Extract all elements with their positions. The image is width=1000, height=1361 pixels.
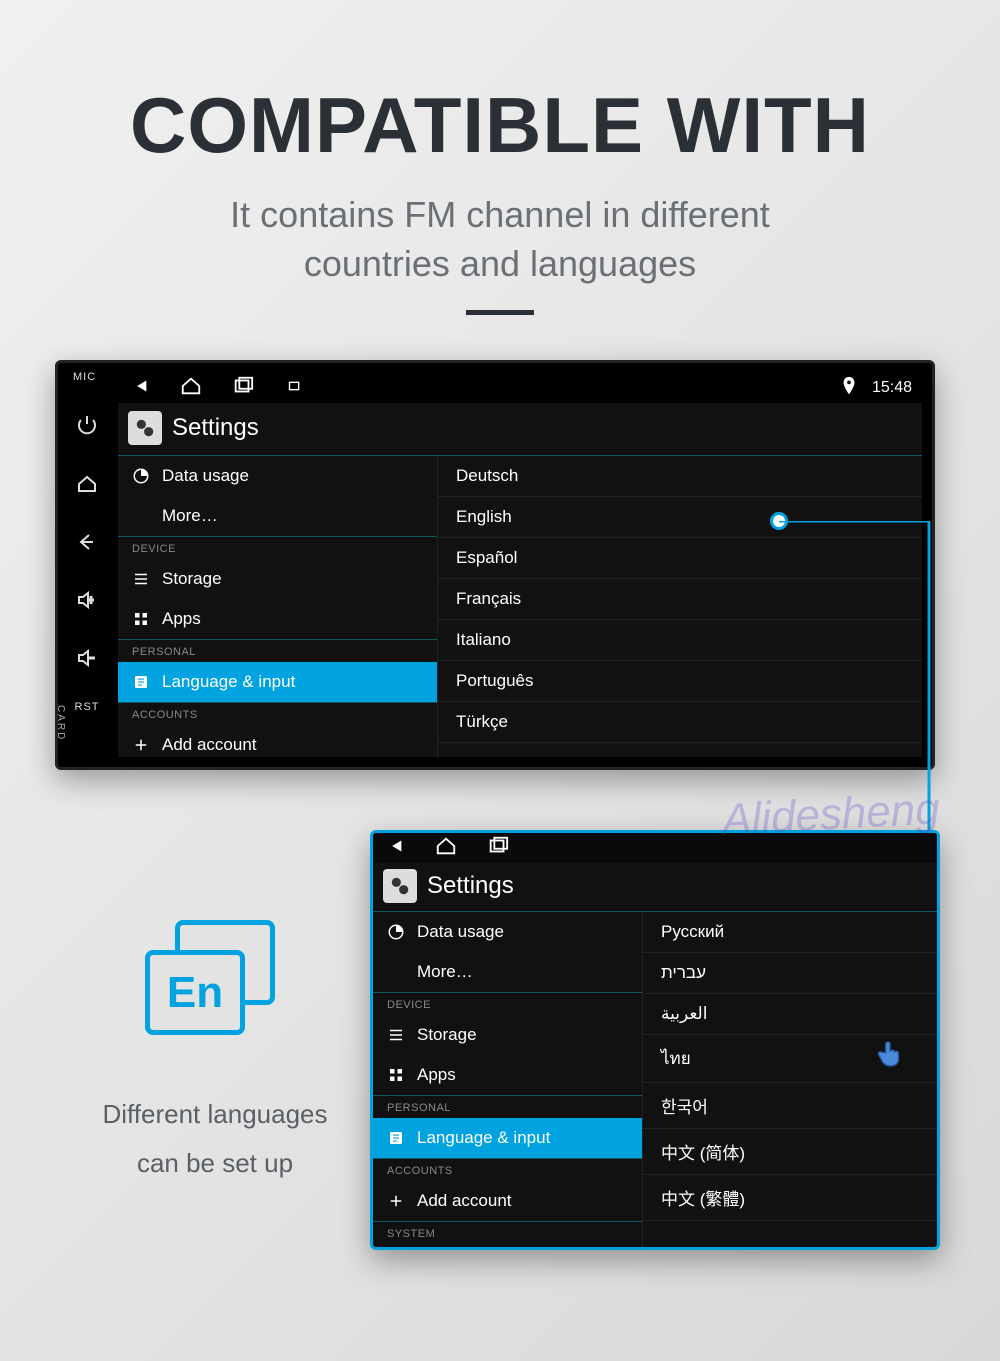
- hero-title: COMPATIBLE WITH: [0, 80, 1000, 171]
- nav-language-input[interactable]: Language & input: [118, 662, 437, 702]
- settings-header: Settings: [118, 403, 922, 456]
- settings-nav: Data usage More… DEVICE Storage Apps PER…: [118, 456, 438, 758]
- language-icon: En: [145, 920, 285, 1040]
- language-option[interactable]: 中文 (繁體): [643, 1175, 937, 1221]
- nav-apps[interactable]: Apps: [373, 1055, 642, 1095]
- nav-add-account[interactable]: Add account: [118, 725, 437, 758]
- popup-frame: Settings Data usage More… DEVICE Storage…: [370, 830, 940, 1250]
- volume-down-icon[interactable]: [72, 643, 102, 673]
- settings-icon: [383, 869, 417, 903]
- nav-storage[interactable]: Storage: [118, 559, 437, 599]
- nav-storage[interactable]: Storage: [373, 1015, 642, 1055]
- nav-data-usage[interactable]: Data usage: [118, 456, 437, 496]
- power-icon[interactable]: [72, 411, 102, 441]
- hdr-device: DEVICE: [118, 536, 437, 559]
- caption-block: En Different languages can be set up: [90, 920, 340, 1189]
- recent-nav-icon[interactable]: [232, 375, 254, 401]
- back-hw-icon[interactable]: [72, 527, 102, 557]
- location-icon: [838, 375, 860, 402]
- hero-divider: [466, 310, 534, 315]
- nav-more[interactable]: More…: [373, 952, 642, 992]
- volume-up-icon[interactable]: [72, 585, 102, 615]
- mic-label: MIC: [73, 371, 96, 383]
- clock: 15:48: [872, 379, 912, 397]
- language-option[interactable]: 中文 (简体): [643, 1129, 937, 1175]
- settings-nav: Data usage More… DEVICE Storage Apps PER…: [373, 912, 643, 1250]
- hdr-personal: PERSONAL: [118, 639, 437, 662]
- nav-more[interactable]: More…: [118, 496, 437, 536]
- home-hw-icon[interactable]: [72, 469, 102, 499]
- nav-add-account[interactable]: Add account: [373, 1181, 642, 1221]
- language-option[interactable]: Deutsch: [438, 456, 922, 497]
- back-nav-icon[interactable]: [383, 835, 405, 861]
- hdr-device: DEVICE: [373, 992, 642, 1015]
- hardware-buttons: RST: [62, 411, 112, 713]
- screenshot-icon[interactable]: [284, 375, 306, 401]
- hdr-system: SYSTEM: [373, 1221, 642, 1244]
- caption-line1: Different languages: [102, 1099, 327, 1129]
- language-option[interactable]: 한국어: [643, 1083, 937, 1129]
- language-option[interactable]: Русский: [643, 912, 937, 953]
- hdr-accounts: ACCOUNTS: [373, 1158, 642, 1181]
- settings-icon: [128, 411, 162, 445]
- recent-nav-icon[interactable]: [487, 835, 509, 861]
- home-nav-icon[interactable]: [180, 375, 202, 401]
- hero-subtitle: It contains FM channel in differentcount…: [0, 191, 1000, 288]
- hdr-accounts: ACCOUNTS: [118, 702, 437, 725]
- nav-apps[interactable]: Apps: [118, 599, 437, 639]
- caption-line2: can be set up: [137, 1148, 293, 1178]
- hero: COMPATIBLE WITH It contains FM channel i…: [0, 0, 1000, 315]
- status-bar: 15:48: [118, 373, 922, 403]
- language-option[interactable]: עברית: [643, 953, 937, 994]
- tap-hand-icon: [873, 1037, 907, 1071]
- nav-data-usage[interactable]: Data usage: [373, 912, 642, 952]
- back-nav-icon[interactable]: [128, 375, 150, 401]
- language-option[interactable]: العربية: [643, 994, 937, 1035]
- language-list[interactable]: Русскийעבריתالعربيةไทย한국어中文 (简体)中文 (繁體): [643, 912, 937, 1250]
- home-nav-icon[interactable]: [435, 835, 457, 861]
- settings-title: Settings: [172, 414, 259, 442]
- nav-language-input[interactable]: Language & input: [373, 1118, 642, 1158]
- reset-label: RST: [75, 701, 100, 713]
- settings-title: Settings: [427, 872, 514, 900]
- hdr-personal: PERSONAL: [373, 1095, 642, 1118]
- nav-buttons: [128, 375, 306, 401]
